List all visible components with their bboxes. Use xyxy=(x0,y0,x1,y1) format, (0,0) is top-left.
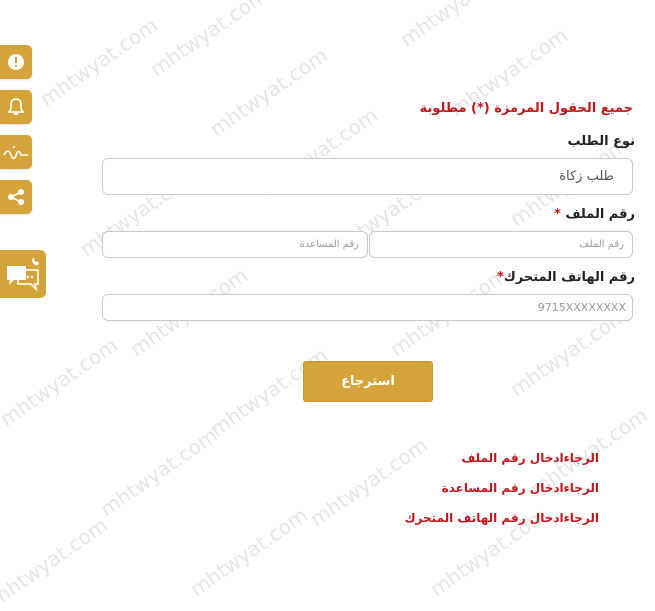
watermark-text: mhtwyat.com xyxy=(95,422,222,522)
bell-icon xyxy=(7,98,25,116)
alert-icon xyxy=(8,54,24,70)
required-mark: * xyxy=(497,270,504,285)
retrieve-button[interactable]: استرجاع xyxy=(303,361,433,402)
required-mark: * xyxy=(554,207,561,222)
signature-button[interactable] xyxy=(0,135,32,169)
watermark-text: mhtwyat.com xyxy=(0,512,112,611)
alert-button[interactable] xyxy=(0,45,32,79)
help-number-input[interactable] xyxy=(102,231,368,258)
file-number-input[interactable] xyxy=(369,231,633,258)
signature-icon xyxy=(3,145,28,160)
watermark-text: mhtwyat.com xyxy=(145,0,272,82)
error-file-number: الرجاءادخال رقم الملف xyxy=(461,451,599,465)
file-number-label: رقم الملف * xyxy=(554,207,635,222)
error-help-number: الرجاءادخال رقم المساعدة xyxy=(441,481,599,495)
watermark-text: mhtwyat.com xyxy=(0,332,122,432)
share-button[interactable] xyxy=(0,180,32,214)
request-type-value: طلب زكاة xyxy=(559,169,614,184)
watermark-text: mhtwyat.com xyxy=(205,42,332,142)
chat-phone-icon xyxy=(7,258,39,292)
mobile-label: رقم الهاتف المتحرك* xyxy=(497,270,635,285)
required-fields-note: جميع الحقول المرمزة (*) مطلوبة xyxy=(419,101,633,116)
notifications-button[interactable] xyxy=(0,90,32,124)
error-mobile-number: الرجاءادخال رقم الهاتف المتحرك xyxy=(404,511,599,525)
watermark-text: mhtwyat.com xyxy=(185,502,312,602)
watermark-text: mhtwyat.com xyxy=(35,12,162,112)
watermark-text: mhtwyat.com xyxy=(395,0,522,52)
share-icon xyxy=(8,189,24,205)
request-type-select[interactable]: طلب زكاة xyxy=(102,158,633,195)
chat-button[interactable] xyxy=(0,250,46,298)
file-number-label-text: رقم الملف xyxy=(565,207,635,222)
request-type-label: نوع الطلب xyxy=(567,134,635,149)
mobile-label-text: رقم الهاتف المتحرك xyxy=(503,270,635,285)
mobile-input[interactable] xyxy=(102,294,633,321)
